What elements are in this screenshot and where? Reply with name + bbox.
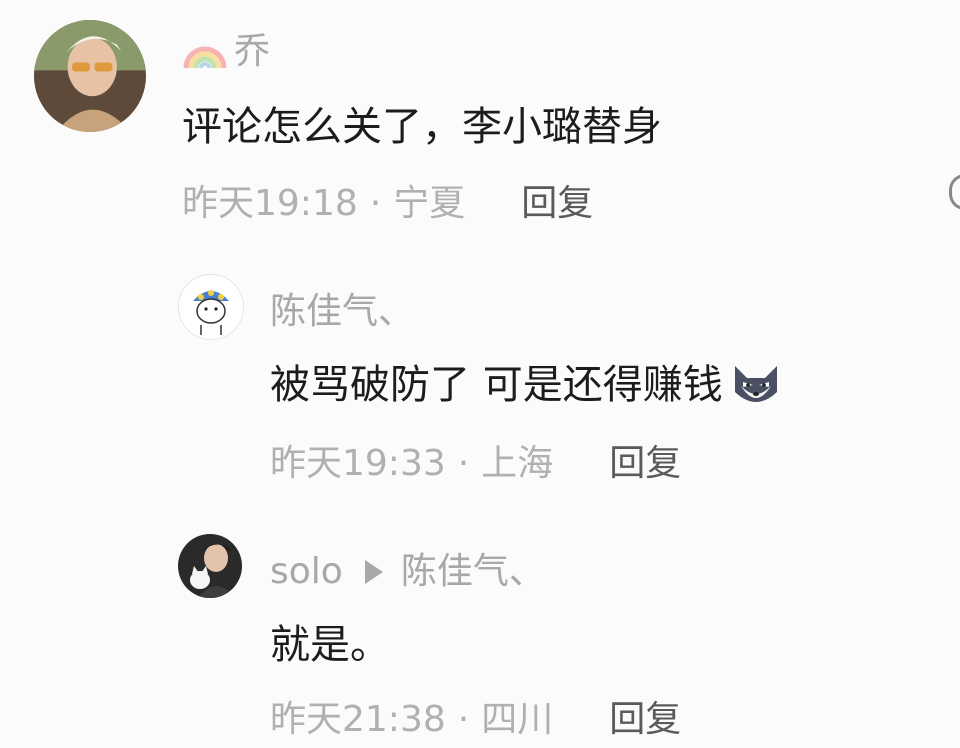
scroll-edge-indicator (949, 174, 960, 210)
meta-separator: · (457, 443, 470, 484)
reply-button[interactable]: 回复 (609, 440, 681, 488)
triangle-icon (364, 560, 383, 584)
comment-meta: 昨天21:38 · 四川 回复 (270, 696, 681, 744)
comment-username[interactable]: 乔 (182, 30, 270, 74)
reply-to-username[interactable]: 陈佳气、 (401, 550, 545, 594)
meta-separator: · (457, 699, 470, 740)
username-text: 陈佳气、 (270, 291, 415, 332)
comment-time: 昨天21:38 (270, 699, 446, 740)
rainbow-icon (183, 46, 227, 69)
comment-text-value: 被骂破防了 可是还得赚钱 (270, 362, 723, 408)
avatar[interactable] (178, 274, 244, 340)
comment-username[interactable]: solo 陈佳气、 (270, 550, 545, 594)
avatar-image (179, 275, 243, 339)
username-text: solo (270, 551, 343, 592)
comment-meta: 昨天19:18 · 宁夏 回复 (182, 180, 593, 228)
avatar-image (178, 534, 242, 598)
comment-username[interactable]: 陈佳气、 (270, 290, 414, 334)
meta-separator: · (369, 183, 382, 224)
avatar[interactable] (34, 20, 146, 132)
comment-location: 四川 (481, 699, 554, 740)
reply-button[interactable]: 回复 (521, 180, 593, 228)
avatar-image (34, 20, 146, 132)
wolf-emoji (734, 366, 777, 402)
comment-time: 昨天19:18 (182, 183, 358, 224)
comment-thread: 乔 评论怎么关了，李小璐替身 昨天19:18 · 宁夏 回复 陈佳气、 被骂破防… (0, 0, 960, 748)
comment-time: 昨天19:33 (270, 443, 446, 484)
username-text: 乔 (234, 31, 271, 72)
avatar[interactable] (178, 534, 242, 598)
comment-meta: 昨天19:33 · 上海 回复 (270, 440, 681, 488)
comment-text-value: 就是。 (270, 622, 390, 668)
comment-text: 评论怎么关了，李小璐替身 (182, 100, 662, 154)
comment-location: 宁夏 (393, 183, 466, 224)
comment-text-value: 评论怎么关了，李小璐替身 (182, 104, 662, 150)
comment-location: 上海 (481, 443, 554, 484)
comment-text: 被骂破防了 可是还得赚钱 (270, 356, 785, 414)
reply-button[interactable]: 回复 (609, 696, 681, 744)
comment-text: 就是。 (270, 618, 390, 672)
